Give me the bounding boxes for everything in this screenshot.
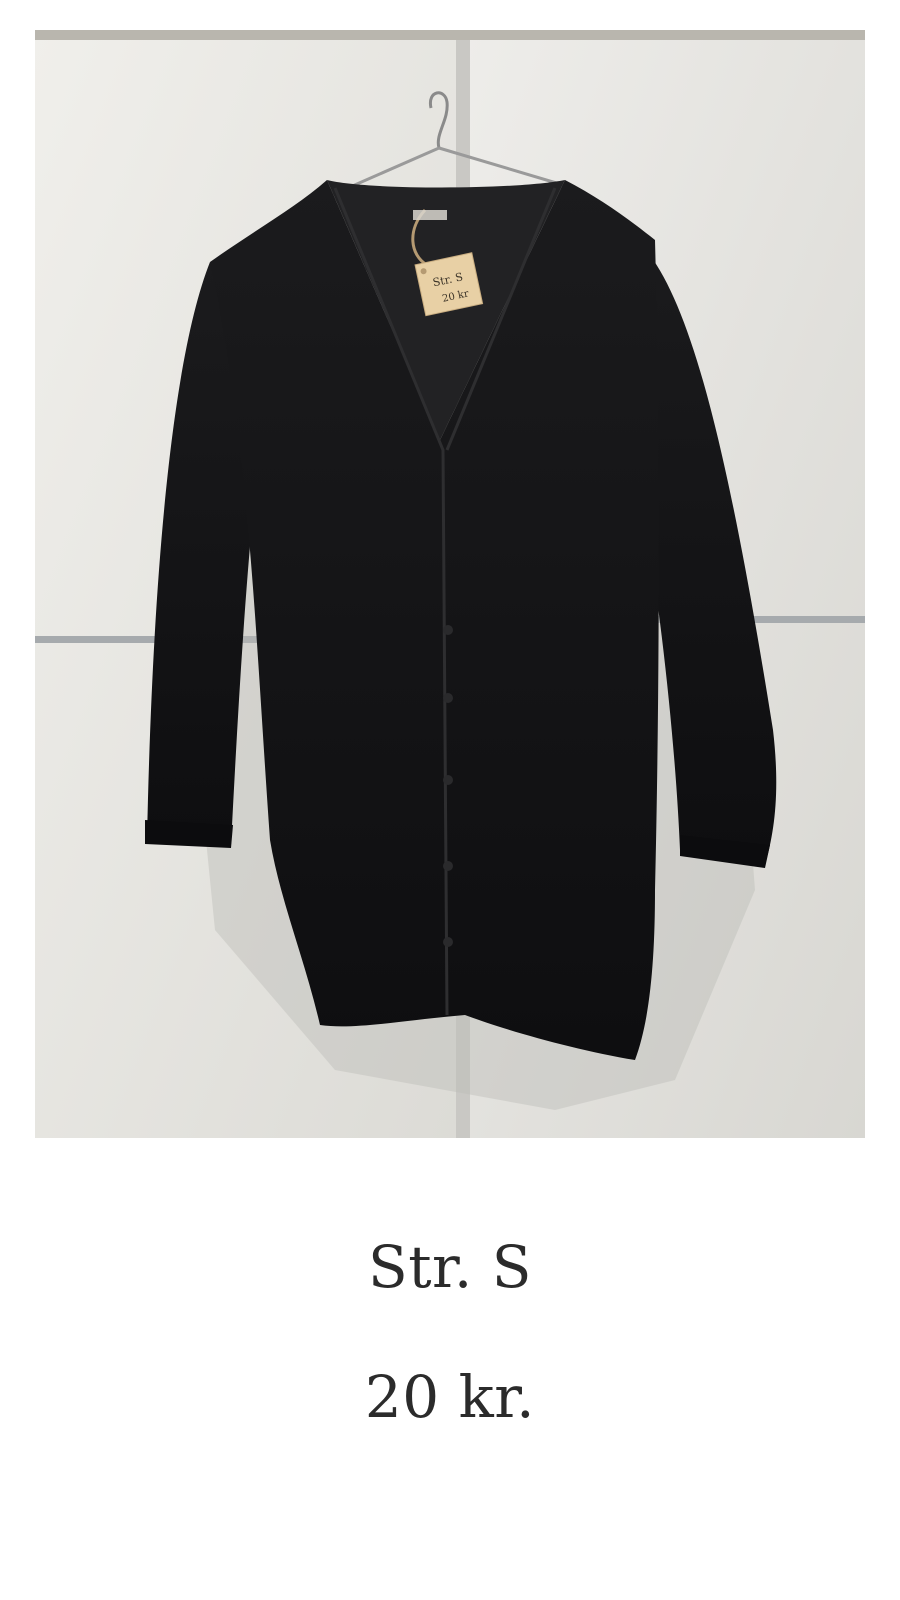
cardigan-button — [443, 693, 453, 703]
price-label: 20 kr. — [364, 1363, 536, 1431]
size-label: Str. S — [367, 1233, 532, 1301]
top-strip — [35, 30, 865, 40]
product-photo: Str. S 20 kr — [35, 30, 865, 1138]
price-tag: Str. S 20 kr — [414, 252, 484, 317]
cardigan-button — [443, 775, 453, 785]
cardigan-button — [443, 625, 453, 635]
cardigan-photo-illustration: Str. S 20 kr — [35, 30, 865, 1138]
cardigan-button — [443, 861, 453, 871]
cardigan-button — [443, 937, 453, 947]
brand-label — [413, 210, 447, 220]
